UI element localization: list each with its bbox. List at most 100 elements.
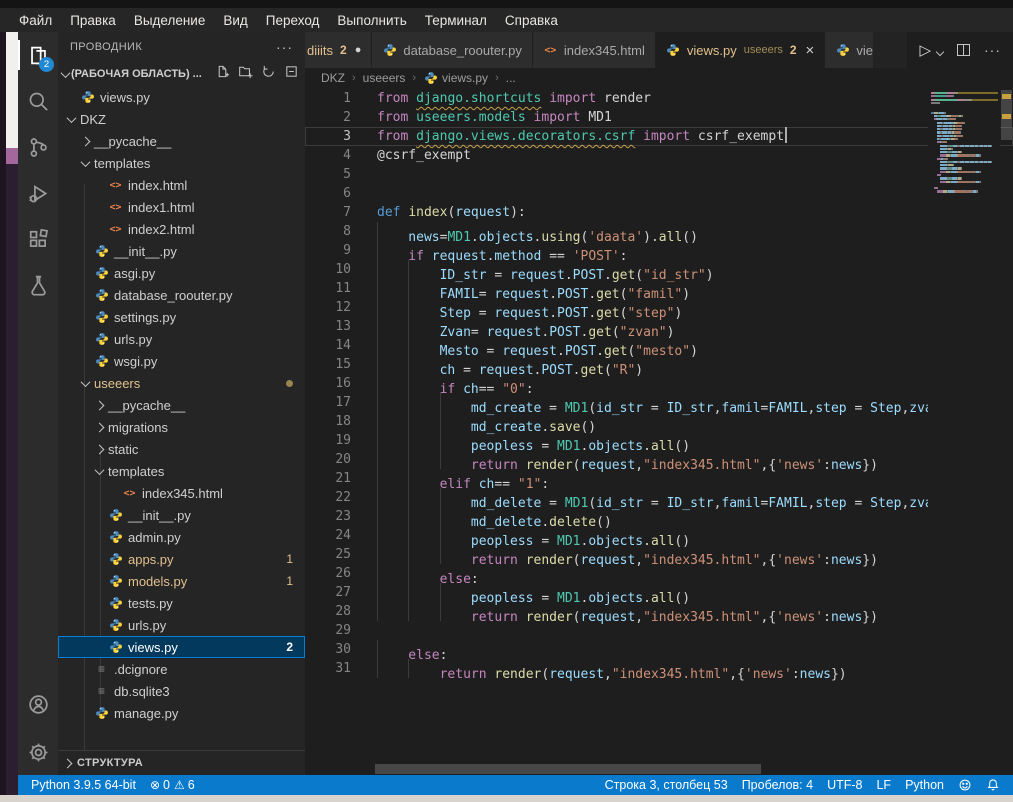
language-mode-status[interactable]: Python (898, 778, 951, 792)
code-line-27[interactable]: 27peopless = MD1.objects.all() (305, 583, 1013, 602)
tree-item-static[interactable]: static (58, 438, 305, 460)
cursor-position-status[interactable]: Строка 3, столбец 53 (598, 778, 735, 792)
code-line-11[interactable]: 11FAMIL= request.POST.get("famil") (305, 279, 1013, 298)
code-line-24[interactable]: 24peopless = MD1.objects.all() (305, 526, 1013, 545)
tree-item-tests.py[interactable]: tests.py (58, 592, 305, 614)
tree-item-views.py[interactable]: views.py2 (58, 636, 305, 658)
refresh-icon[interactable] (261, 64, 276, 84)
code-line-15[interactable]: 15ch = request.POST.get("R") (305, 355, 1013, 374)
menu-item-терминал[interactable]: Терминал (416, 11, 496, 30)
tree-item-views.py[interactable]: views.py (58, 86, 305, 108)
code-line-14[interactable]: 14Mesto = request.POST.get("mesto") (305, 336, 1013, 355)
code-line-16[interactable]: 16if ch== "0": (305, 374, 1013, 393)
tree-item-DKZ[interactable]: DKZ (58, 108, 305, 130)
outline-section-header[interactable]: СТРУКТУРА (58, 750, 305, 775)
tab-database_roouter.py[interactable]: database_roouter.py (372, 32, 533, 68)
minimap[interactable] (928, 88, 1000, 775)
python-interpreter-status[interactable]: Python 3.9.5 64-bit (24, 778, 143, 792)
tree-item-__init__.py[interactable]: __init__.py (58, 240, 305, 262)
code-line-19[interactable]: 19peopless = MD1.objects.all() (305, 431, 1013, 450)
breadcrumb-item-useeers[interactable]: useeers (363, 71, 406, 85)
code-line-17[interactable]: 17md_create = MD1(id_str = ID_str,famil=… (305, 393, 1013, 412)
code-line-29[interactable]: 29 (305, 621, 1013, 640)
tab-diiits[interactable]: diiits2● (305, 32, 372, 68)
tree-item-useeers[interactable]: useeers (58, 372, 305, 394)
code-line-25[interactable]: 25return render(request,"index345.html",… (305, 545, 1013, 564)
breadcrumb-item-...[interactable]: ... (506, 71, 516, 85)
tree-item-settings.py[interactable]: settings.py (58, 306, 305, 328)
split-editor-icon[interactable] (957, 44, 970, 56)
tree-item-.dcignore[interactable]: ≡.dcignore (58, 658, 305, 680)
tree-item-asgi.py[interactable]: asgi.py (58, 262, 305, 284)
tree-item-migrations[interactable]: migrations (58, 416, 305, 438)
code-line-10[interactable]: 10ID_str = request.POST.get("id_str") (305, 260, 1013, 279)
code-line-20[interactable]: 20return render(request,"index345.html",… (305, 450, 1013, 469)
code-line-7[interactable]: 7def index(request): (305, 203, 1013, 222)
menu-item-переход[interactable]: Переход (257, 11, 329, 30)
code-line-22[interactable]: 22md_delete = MD1(id_str = ID_str,famil=… (305, 488, 1013, 507)
close-icon[interactable]: × (806, 43, 815, 58)
activity-testing-icon[interactable] (18, 262, 58, 308)
activity-source-control-icon[interactable] (18, 124, 58, 170)
code-line-13[interactable]: 13Zvan= request.POST.get("zvan") (305, 317, 1013, 336)
menu-item-выделение[interactable]: Выделение (125, 11, 215, 30)
breadcrumb-item-DKZ[interactable]: DKZ (321, 71, 345, 85)
tree-item-index345.html[interactable]: <>index345.html (58, 482, 305, 504)
code-line-6[interactable]: 6 (305, 184, 1013, 203)
activity-settings-icon[interactable] (18, 729, 58, 775)
code-line-31[interactable]: 31return render(request,"index345.html",… (305, 659, 1013, 678)
problems-status[interactable]: ⊗ 0 ⚠ 6 (143, 778, 202, 792)
breadcrumb-item-views.py[interactable]: views.py (423, 71, 488, 86)
menu-item-правка[interactable]: Правка (61, 11, 125, 30)
tree-item-index.html[interactable]: <>index.html (58, 174, 305, 196)
tree-item-index2.html[interactable]: <>index2.html (58, 218, 305, 240)
activity-extensions-icon[interactable] (18, 216, 58, 262)
code-line-4[interactable]: 4@csrf_exempt (305, 146, 1013, 165)
tree-item-manage.py[interactable]: manage.py (58, 702, 305, 724)
tree-item-wsgi.py[interactable]: wsgi.py (58, 350, 305, 372)
code-editor[interactable]: 1from django.shortcuts import render2fro… (305, 88, 1013, 775)
horizontal-scrollbar-thumb[interactable] (375, 764, 761, 774)
run-dropdown-chevron-icon[interactable] (936, 47, 944, 55)
tree-item-urls.py[interactable]: urls.py (58, 328, 305, 350)
tree-item-__init__.py[interactable]: __init__.py (58, 504, 305, 526)
dirty-dot-icon[interactable]: ● (355, 44, 362, 56)
notifications-bell-icon[interactable] (979, 778, 1007, 792)
menu-item-вид[interactable]: Вид (214, 11, 256, 30)
code-line-21[interactable]: 21elif ch== "1": (305, 469, 1013, 488)
tree-item-__pycache__[interactable]: __pycache__ (58, 130, 305, 152)
workspace-section-header[interactable]: (РАБОЧАЯ ОБЛАСТЬ) ... (58, 62, 305, 86)
vertical-scrollbar[interactable] (1000, 88, 1013, 775)
new-folder-icon[interactable] (238, 64, 253, 84)
tree-item-templates[interactable]: templates (58, 152, 305, 174)
tab-vie[interactable]: vie (825, 32, 873, 68)
activity-run-debug-icon[interactable] (18, 170, 58, 216)
code-line-3[interactable]: 3from django.views.decorators.csrf impor… (305, 127, 1013, 146)
tree-item-db.sqlite3[interactable]: ≡db.sqlite3 (58, 680, 305, 702)
more-actions-icon[interactable]: ··· (984, 42, 1001, 58)
menu-item-выполнить[interactable]: Выполнить (328, 11, 415, 30)
code-line-28[interactable]: 28return render(request,"index345.html",… (305, 602, 1013, 621)
tab-index345.html[interactable]: <>index345.html (533, 32, 656, 68)
activity-explorer-icon[interactable]: 2 (18, 32, 58, 78)
menu-item-справка[interactable]: Справка (496, 11, 567, 30)
tree-item-urls.py[interactable]: urls.py (58, 614, 305, 636)
collapse-all-icon[interactable] (284, 64, 299, 84)
tree-item-apps.py[interactable]: apps.py1 (58, 548, 305, 570)
run-python-file-icon[interactable]: ▷ (919, 41, 931, 59)
tree-item-index1.html[interactable]: <>index1.html (58, 196, 305, 218)
code-line-23[interactable]: 23md_delete.delete() (305, 507, 1013, 526)
tree-item-templates[interactable]: templates (58, 460, 305, 482)
tree-item-admin.py[interactable]: admin.py (58, 526, 305, 548)
new-file-icon[interactable] (215, 64, 230, 84)
tab-views.py[interactable]: views.pyuseeers2× (656, 32, 825, 68)
tree-item-database_roouter.py[interactable]: database_roouter.py (58, 284, 305, 306)
eol-status[interactable]: LF (869, 778, 898, 792)
code-line-5[interactable]: 5 (305, 165, 1013, 184)
activity-account-icon[interactable] (18, 681, 58, 727)
explorer-more-actions-icon[interactable]: ··· (276, 39, 293, 55)
code-line-9[interactable]: 9if request.method == 'POST': (305, 241, 1013, 260)
code-line-2[interactable]: 2from useeers.models import MD1 (305, 108, 1013, 127)
code-line-26[interactable]: 26else: (305, 564, 1013, 583)
tree-item-models.py[interactable]: models.py1 (58, 570, 305, 592)
